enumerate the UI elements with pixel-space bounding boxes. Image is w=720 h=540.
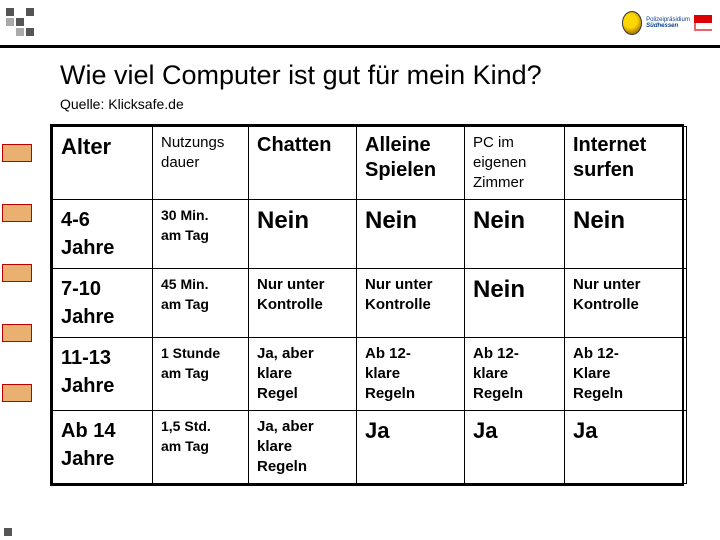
cell-chat: Nein	[249, 200, 357, 269]
cell-chat: Ja, aber klare Regeln	[249, 411, 357, 484]
header-age: Alter	[53, 127, 153, 200]
cell-age: 7-10 Jahre	[53, 269, 153, 338]
cell-own-room: Ja	[465, 411, 565, 484]
cell-age: Ab 14 Jahre	[53, 411, 153, 484]
cell-own-room: Ab 12- klare Regeln	[465, 338, 565, 411]
header-play-alone: Alleine Spielen	[357, 127, 465, 200]
header-bar: Polizeipräsidium Südhessen	[0, 0, 720, 48]
cell-own-room: Nein	[465, 200, 565, 269]
logo-grid-icon	[6, 8, 34, 36]
table-row: 11-13 Jahre 1 Stunde am Tag Ja, aber kla…	[53, 338, 687, 411]
cell-play-alone: Ja	[357, 411, 465, 484]
cell-usage: 45 Min. am Tag	[153, 269, 249, 338]
table-row: 4-6 Jahre 30 Min. am Tag Nein Nein Nein …	[53, 200, 687, 269]
bullet-box	[2, 324, 32, 342]
cell-age: 4-6 Jahre	[53, 200, 153, 269]
cell-chat: Ja, aber klare Regel	[249, 338, 357, 411]
header-own-room: PC im eigenen Zimmer	[465, 127, 565, 200]
cell-usage: 1,5 Std. am Tag	[153, 411, 249, 484]
cell-usage: 30 Min. am Tag	[153, 200, 249, 269]
table-row: Ab 14 Jahre 1,5 Std. am Tag Ja, aber kla…	[53, 411, 687, 484]
cell-play-alone: Nein	[357, 200, 465, 269]
cell-surf: Nein	[565, 200, 687, 269]
header-chat: Chatten	[249, 127, 357, 200]
bullet-box	[2, 204, 32, 222]
header-usage: Nutzungs dauer	[153, 127, 249, 200]
cell-play-alone: Nur unter Kontrolle	[357, 269, 465, 338]
guidelines-table: Alter Nutzungs dauer Chatten Alleine Spi…	[50, 124, 684, 486]
cell-surf: Nur unter Kontrolle	[565, 269, 687, 338]
side-bullet-group	[2, 144, 32, 402]
brand-logo: Polizeipräsidium Südhessen	[622, 4, 712, 42]
police-badge-icon	[622, 11, 642, 35]
cell-age: 11-13 Jahre	[53, 338, 153, 411]
cell-play-alone: Ab 12- klare Regeln	[357, 338, 465, 411]
cell-own-room: Nein	[465, 269, 565, 338]
cell-chat: Nur unter Kontrolle	[249, 269, 357, 338]
cell-surf: Ja	[565, 411, 687, 484]
bullet-box	[2, 384, 32, 402]
table-row: 7-10 Jahre 45 Min. am Tag Nur unter Kont…	[53, 269, 687, 338]
hessen-flag-icon	[694, 15, 712, 31]
table-header-row: Alter Nutzungs dauer Chatten Alleine Spi…	[53, 127, 687, 200]
page-subtitle: Quelle: Klicksafe.de	[60, 96, 184, 112]
bullet-box	[2, 144, 32, 162]
bullet-box	[2, 264, 32, 282]
cell-usage: 1 Stunde am Tag	[153, 338, 249, 411]
cell-surf: Ab 12- Klare Regeln	[565, 338, 687, 411]
header-surf: Internet surfen	[565, 127, 687, 200]
page-title: Wie viel Computer ist gut für mein Kind?	[60, 60, 542, 91]
brand-text-bottom: Südhessen	[646, 23, 690, 29]
corner-dot-icon	[4, 528, 12, 536]
